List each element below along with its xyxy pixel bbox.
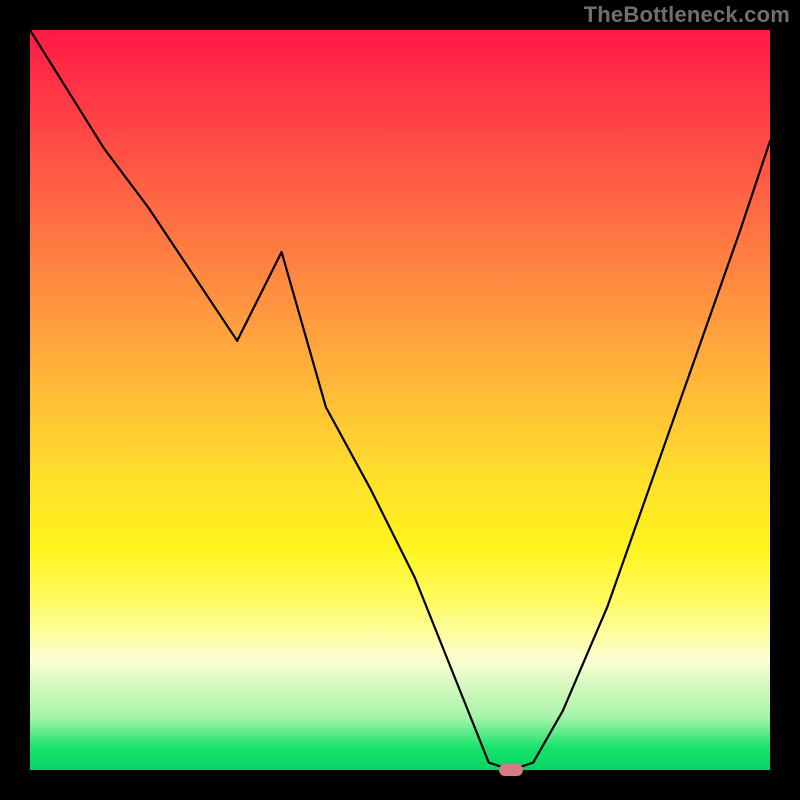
optimal-point-marker [499,764,523,776]
plot-area [30,30,770,770]
bottleneck-curve [30,30,770,770]
watermark-text: TheBottleneck.com [584,2,790,28]
chart-container: TheBottleneck.com [0,0,800,800]
